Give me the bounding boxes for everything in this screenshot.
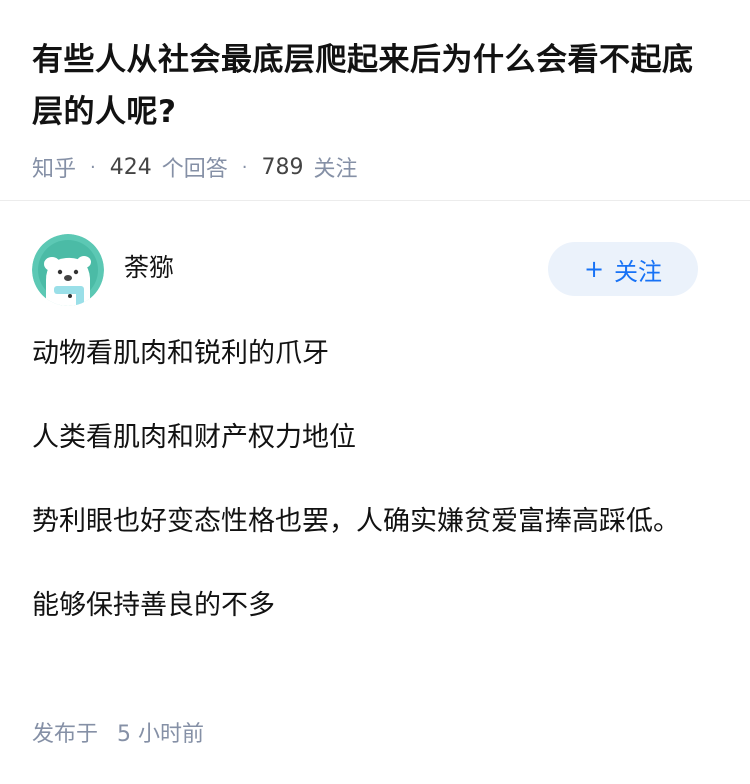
answers-count: 424: [109, 154, 152, 180]
answer-content: 动物看肌肉和锐利的爪牙 人类看肌肉和财产权力地位 势利眼也好变态性格也罢，人确实…: [32, 330, 698, 630]
publish-info: 发布于 5 小时前: [32, 716, 204, 748]
meta-separator: ·: [241, 156, 248, 178]
section-divider: [0, 200, 750, 201]
answer-paragraph: 势利眼也好变态性格也罢，人确实嫌贫爱富捧高踩低。: [32, 506, 680, 537]
answers-label[interactable]: 个回答: [162, 151, 228, 183]
answer-card: 荼猕 + 关注 动物看肌肉和锐利的爪牙 人类看肌肉和财产权力地位 势利眼也好变态…: [32, 234, 698, 666]
answer-paragraph: 人类看肌肉和财产权力地位: [32, 422, 356, 453]
followers-label: 关注: [313, 157, 358, 182]
followers-count: 789: [261, 154, 304, 180]
author-row: 荼猕 + 关注: [32, 234, 698, 308]
author-name[interactable]: 荼猕: [124, 248, 174, 284]
answer-paragraph: 能够保持善良的不多: [32, 590, 275, 621]
published-time: 5 小时前: [117, 722, 205, 747]
follow-button-label: 关注: [614, 257, 663, 286]
plus-icon: +: [583, 255, 605, 283]
question-header: 有些人从社会最底层爬起来后为什么会看不起底层的人呢? 知乎 · 424 个回答 …: [0, 0, 750, 184]
question-title[interactable]: 有些人从社会最底层爬起来后为什么会看不起底层的人呢?: [32, 34, 718, 138]
avatar-icon: [32, 234, 104, 306]
question-meta: 知乎 · 424 个回答 · 789 关注: [32, 150, 718, 184]
source-label[interactable]: 知乎: [32, 151, 76, 183]
meta-separator: ·: [90, 156, 96, 178]
follow-button[interactable]: + 关注: [548, 242, 698, 296]
answer-paragraph: 动物看肌肉和锐利的爪牙: [32, 338, 329, 369]
avatar[interactable]: [32, 234, 104, 306]
published-label: 发布于: [32, 722, 99, 747]
